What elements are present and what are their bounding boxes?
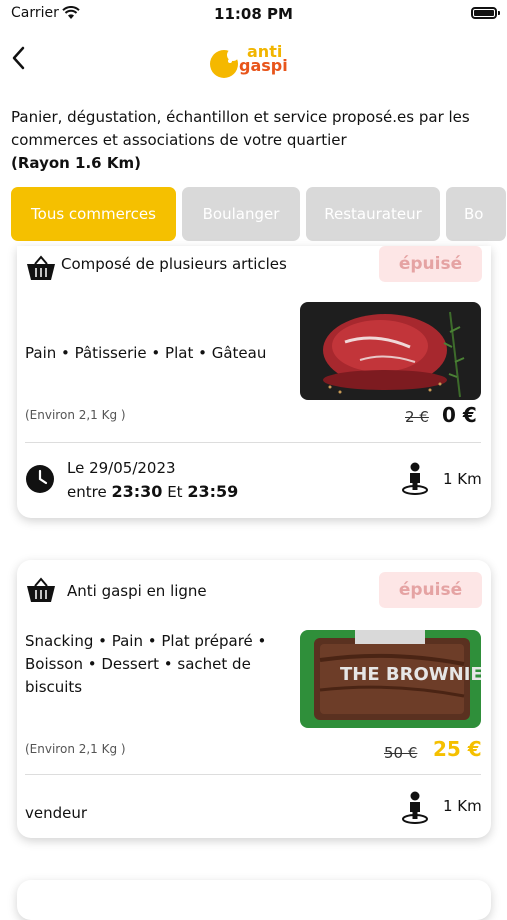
- filter-more[interactable]: Bo: [446, 187, 506, 241]
- filter-boulanger[interactable]: Boulanger: [182, 187, 300, 241]
- filter-restaurateur[interactable]: Restaurateur: [306, 187, 440, 241]
- card-divider: [25, 774, 481, 775]
- clock-time: 11:08 PM: [214, 5, 293, 23]
- intro-text: Panier, dégustation, échantillon et serv…: [11, 106, 481, 175]
- old-price: 2 €: [405, 408, 429, 426]
- sold-out-badge: épuisé: [379, 246, 482, 282]
- pickup-and: Et: [167, 483, 183, 501]
- vendor-label: vendeur: [25, 804, 88, 822]
- offer-distance: 1 Km: [443, 470, 482, 488]
- intro-description: Panier, dégustation, échantillon et serv…: [11, 108, 470, 149]
- status-bar: Carrier 11:08 PM: [0, 0, 507, 30]
- clock-icon: [26, 465, 54, 493]
- offer-card[interactable]: [17, 880, 491, 920]
- new-price: 0 €: [442, 403, 477, 427]
- old-price: 50 €: [384, 744, 418, 762]
- location-person-icon: [402, 791, 428, 824]
- pickup-from: 23:30: [111, 482, 163, 501]
- battery-icon: [471, 7, 500, 19]
- pickup-to: 23:59: [187, 482, 239, 501]
- basket-icon: [27, 577, 55, 602]
- back-chevron-icon[interactable]: [8, 43, 30, 73]
- offer-card[interactable]: Anti gaspi en ligne épuisé Snacking • Pa…: [17, 560, 491, 838]
- offer-weight: (Environ 2,1 Kg ): [25, 408, 126, 422]
- app-logo: anti gaspi: [207, 42, 302, 80]
- card-divider: [25, 442, 481, 443]
- search-radius: (Rayon 1.6 Km): [11, 154, 141, 172]
- location-person-icon: [402, 462, 428, 495]
- new-price: 25 €: [433, 737, 482, 761]
- filter-tous-commerces[interactable]: Tous commerces: [11, 187, 176, 241]
- offer-tags: Snacking • Pain • Plat préparé • Boisson…: [25, 632, 267, 696]
- offer-distance: 1 Km: [443, 797, 482, 815]
- pickup-date: Le 29/05/2023: [67, 459, 176, 477]
- offer-title: Anti gaspi en ligne: [67, 582, 207, 600]
- logo-text-bottom: gaspi: [239, 56, 288, 75]
- category-filters: Tous commerces Boulanger Restaurateur Bo: [11, 187, 507, 242]
- offer-weight: (Environ 2,1 Kg ): [25, 742, 126, 756]
- basket-icon: [27, 255, 55, 280]
- offer-card[interactable]: Composé de plusieurs articles épuisé Pai…: [17, 246, 491, 518]
- offer-title: Composé de plusieurs articles: [61, 255, 287, 273]
- sold-out-badge: épuisé: [379, 572, 482, 608]
- offer-image-meat: [300, 302, 481, 400]
- brownie-label: THE BROWNIE: [340, 664, 481, 685]
- pickup-time: Le 29/05/2023 entre 23:30 Et 23:59: [67, 456, 238, 504]
- offer-tags: Pain • Pâtisserie • Plat • Gâteau: [25, 344, 267, 362]
- offer-image-brownie: THE BROWNIE: [300, 630, 481, 728]
- logo-mark-icon: [210, 49, 239, 78]
- pickup-between: entre: [67, 483, 107, 501]
